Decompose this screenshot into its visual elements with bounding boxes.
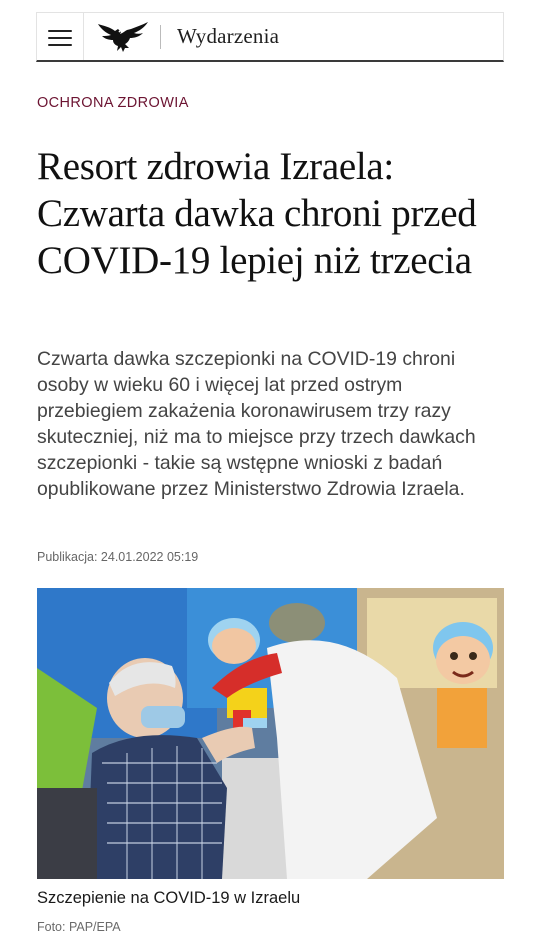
menu-button[interactable] <box>37 13 84 60</box>
site-logo[interactable] <box>94 17 152 57</box>
category-label[interactable]: OCHRONA ZDROWIA <box>37 95 189 111</box>
article-headline: Resort zdrowia Izraela: Czwarta dawka ch… <box>37 145 477 282</box>
article-lead: Czwarta dawka szczepionki na COVID-19 ch… <box>37 348 476 500</box>
photo-caption: Szczepienie na COVID-19 w Izraelu <box>37 889 301 907</box>
section-title[interactable]: Wydarzenia <box>177 24 279 49</box>
publication-date: Publikacja: 24.01.2022 05:19 <box>37 550 199 564</box>
photo-credit: Foto: PAP/EPA <box>37 920 121 934</box>
hamburger-menu-icon <box>48 28 72 46</box>
vaccination-photo <box>37 588 504 879</box>
header-divider <box>160 24 161 49</box>
eagle-logo-icon <box>98 21 148 52</box>
top-bar: Wydarzenia <box>36 12 504 62</box>
article-photo[interactable] <box>37 588 504 879</box>
